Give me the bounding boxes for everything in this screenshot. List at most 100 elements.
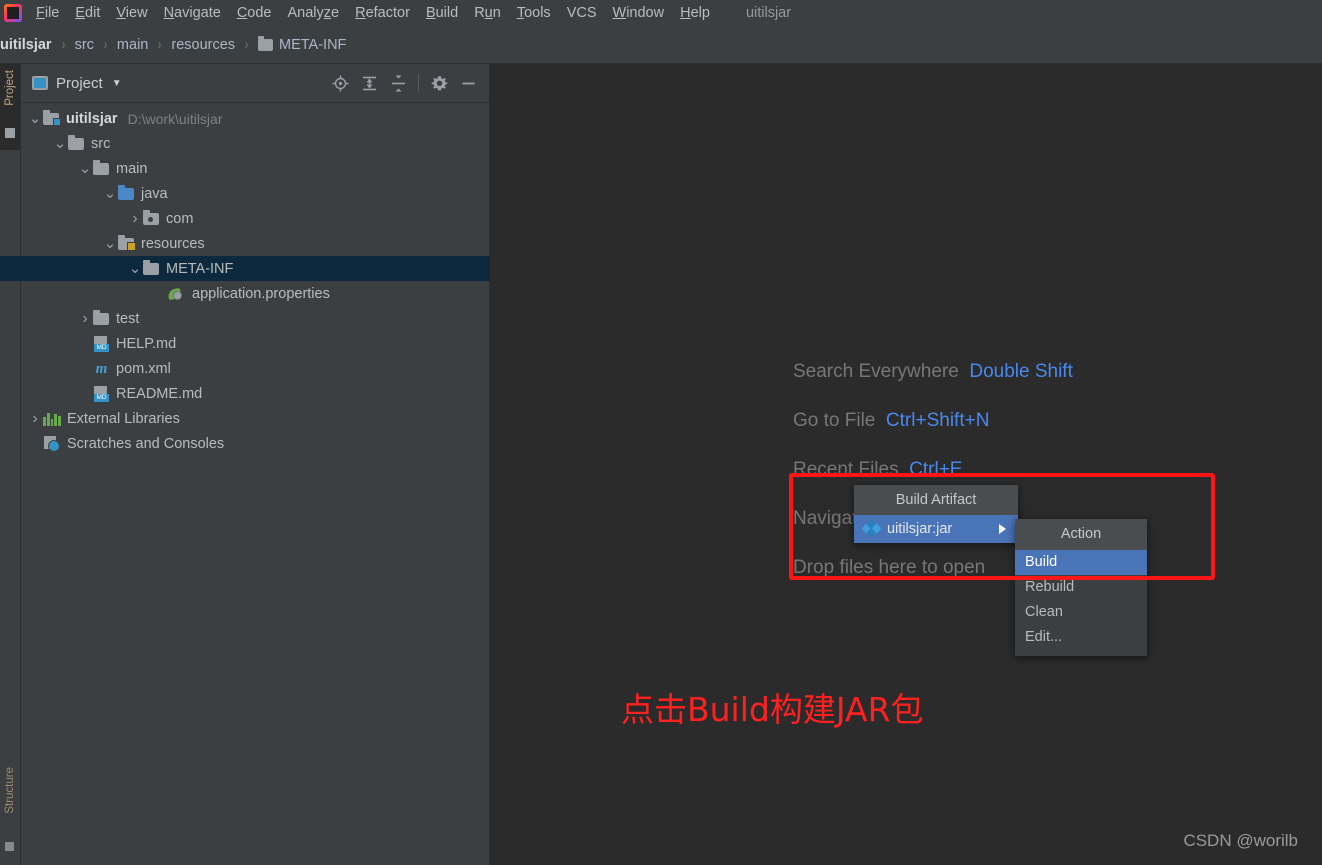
menu-item-build[interactable]: Build [418,2,466,24]
menu-bar-items: File Edit View Navigate Code Analyze Refactor B… [28,2,718,24]
expand-all-icon[interactable] [356,70,382,96]
chevron-right-icon[interactable]: › [77,310,93,328]
tree-node-readme-md[interactable]: MD README.md [21,381,489,406]
package-folder-icon [143,210,160,226]
menu-item-view[interactable]: View [108,2,155,24]
menu-bar: File Edit View Navigate Code Analyze Refactor B… [0,0,1322,26]
spring-properties-icon [167,286,186,302]
maven-file-icon: m [95,360,108,377]
tree-node-application-properties[interactable]: application.properties [21,281,489,306]
menu-item-mnemonic: F [36,5,45,21]
chevron-down-icon[interactable]: ▼ [112,78,122,89]
breadcrumb-item-label: resources [171,36,236,53]
menu-item-mnemonic: B [425,5,436,21]
tree-node-src[interactable]: ⌄ src [21,131,489,156]
tree-node-com[interactable]: › com [21,206,489,231]
folder-icon [143,260,160,276]
tree-node-test[interactable]: › test [21,306,489,331]
menu-item-code[interactable]: Code [229,2,280,24]
project-folder-icon [43,110,61,126]
menu-item-mnemonic: T [516,5,525,21]
menu-item-help[interactable]: Help [672,2,718,24]
editor-hint-label: Drop files here to open [793,557,986,578]
action-item-clean[interactable]: Clean [1015,600,1147,625]
action-item-rebuild[interactable]: Rebuild [1015,575,1147,600]
menu-item-file[interactable]: File [28,2,67,24]
toolbar-divider [418,74,419,92]
editor-hint-label: Search Everywhere [793,361,959,382]
menu-item-vcs[interactable]: VCS [559,2,605,24]
artifact-item-label: uitilsjar:jar [887,521,953,537]
breadcrumb-item-main[interactable]: main [117,37,148,53]
breadcrumb: uitilsjar › src › main › resources › META-INF [0,26,1322,64]
tree-node-scratches-and-consoles[interactable]: Scratches and Consoles [21,431,489,456]
breadcrumb-item-meta-inf[interactable]: META-INF [258,35,346,53]
menu-item-mnemonic: E [75,5,86,21]
menu-item-edit[interactable]: Edit [67,2,108,24]
menu-item-window[interactable]: Window [605,2,673,24]
left-tool-strip: Project Structure [0,64,21,865]
menu-item-mnemonic: z [323,5,332,21]
chevron-right-icon[interactable]: › [27,410,43,428]
editor-hint-shortcut: Ctrl+E [898,459,963,480]
tree-node-resources[interactable]: ⌄ resources [21,231,489,256]
project-tool-window: Project ▼ ⌄ uitilsjar D:\work\uitilsjar … [0,64,490,865]
menu-item-mnemonic: H [680,5,691,21]
menu-item-navigate[interactable]: Navigate [156,2,229,24]
breadcrumb-item-src[interactable]: src [75,37,94,53]
action-item-build[interactable]: Build [1015,550,1147,575]
locate-icon[interactable] [327,70,353,96]
breadcrumb-item-uitilsjar[interactable]: uitilsjar [0,37,52,53]
tree-node-label: resources [141,235,205,252]
tree-node-label: uitilsjar [66,110,118,127]
breadcrumb-item-label: src [74,36,94,53]
project-panel-actions [327,64,481,102]
editor-hint-shortcut: Ctrl+Shift+N [875,410,990,431]
action-item-edit[interactable]: Edit... [1015,625,1147,650]
chevron-right-icon[interactable]: › [127,210,143,228]
artifact-list-item-uitilsjar-jar[interactable]: uitilsjar:jar [854,515,1018,543]
tree-node-meta-inf[interactable]: ⌄ META-INF [0,256,490,281]
gear-icon[interactable] [426,70,452,96]
chevron-down-icon[interactable]: ⌄ [102,186,118,201]
menu-item-analyze[interactable]: Analyze [280,2,348,24]
breadcrumb-item-resources[interactable]: resources [171,37,235,53]
tree-node-uitilsjar[interactable]: ⌄ uitilsjar D:\work\uitilsjar [21,106,489,131]
chevron-down-icon[interactable]: ⌄ [127,261,143,276]
folder-icon [93,310,110,326]
source-folder-icon [118,185,135,201]
tree-node-label: pom.xml [116,360,171,377]
menu-item-mnemonic: W [612,5,627,21]
menu-item-run[interactable]: Run [466,2,509,24]
menu-item-tools[interactable]: Tools [509,2,559,24]
breadcrumb-separator: › [158,36,162,53]
tree-node-path: D:\work\uitilsjar [127,110,223,127]
markdown-file-icon: MD [93,335,110,352]
chevron-down-icon[interactable]: ⌄ [77,161,93,176]
project-window-icon [32,76,48,90]
tree-node-main[interactable]: ⌄ main [21,156,489,181]
window-project-name: uitilsjar [745,5,792,21]
menu-item-refactor[interactable]: Refactor [347,2,418,24]
tree-node-label: application.properties [192,285,330,302]
collapse-all-icon[interactable] [385,70,411,96]
folder-icon [68,135,85,151]
tree-node-external-libraries[interactable]: › External Libraries [21,406,489,431]
chevron-down-icon[interactable]: ⌄ [102,236,118,251]
tree-node-label: java [141,185,168,202]
tree-node-java[interactable]: ⌄ java [21,181,489,206]
tree-node-help-md[interactable]: MD HELP.md [21,331,489,356]
tool-strip-tab-project[interactable]: Project [0,64,20,150]
scratches-icon [43,435,61,452]
triangle-right-icon [999,524,1006,534]
action-submenu-title: Action [1015,519,1147,550]
action-submenu: Action Build Rebuild Clean Edit... [1015,519,1147,656]
tree-node-pom-xml[interactable]: m pom.xml [21,356,489,381]
editor-hint-recent-files: Recent Files Ctrl+E [793,459,962,481]
artifact-icon [861,519,883,538]
chevron-down-icon[interactable]: ⌄ [52,136,68,151]
tool-strip-tab-structure-label: Structure [4,767,16,814]
minimize-icon[interactable] [455,70,481,96]
tool-strip-tab-structure[interactable]: Structure [0,761,20,865]
chevron-down-icon[interactable]: ⌄ [27,111,43,126]
